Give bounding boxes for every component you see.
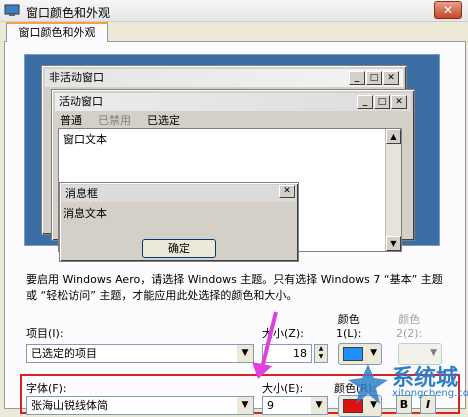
watermark: 系统城 xitongcheng.com bbox=[344, 360, 468, 409]
display-icon bbox=[4, 4, 20, 16]
close-icon: ✕ bbox=[383, 71, 399, 85]
chevron-down-icon: ▼ bbox=[311, 397, 327, 414]
message-box-preview[interactable]: 消息框 ✕ 消息文本 确定 bbox=[59, 182, 299, 262]
site-logo-icon bbox=[348, 364, 388, 404]
font-label: 字体(F): bbox=[26, 382, 67, 395]
tab-window-color[interactable]: 窗口颜色和外观 bbox=[6, 22, 108, 42]
maximize-icon: □ bbox=[374, 95, 390, 109]
aero-info-text: 要启用 Windows Aero，请选择 Windows 主题。只有选择 Win… bbox=[26, 273, 443, 302]
chevron-down-icon: ▼ bbox=[370, 348, 377, 358]
chevron-down-icon: ▼ bbox=[430, 348, 437, 358]
window-title: 窗口颜色和外观 bbox=[26, 6, 111, 20]
spin-arrows-icon[interactable]: ▲ ▼ bbox=[314, 344, 328, 363]
menu-selected[interactable]: 已选定 bbox=[147, 112, 180, 128]
scroll-down-icon[interactable]: ▼ bbox=[386, 236, 401, 251]
watermark-url: xitongcheng.com bbox=[392, 388, 468, 399]
close-button[interactable]: ✕ bbox=[434, 1, 462, 19]
pointer-arrow-icon bbox=[252, 311, 278, 379]
inactive-window-title: 非活动窗口 _ □ ✕ bbox=[45, 69, 403, 87]
color1-label: 颜色 1(L): bbox=[336, 313, 362, 340]
item-select[interactable]: 已选定的项目 ▼ bbox=[26, 344, 254, 363]
color1-swatch bbox=[343, 347, 363, 361]
font-select-value: 张海山锐线体简 bbox=[31, 399, 108, 412]
maximize-icon: □ bbox=[366, 71, 382, 85]
font-size-select[interactable]: 9 ▼ bbox=[262, 396, 328, 415]
window-text: 窗口文本 bbox=[63, 133, 107, 146]
minimize-icon: _ bbox=[349, 71, 365, 85]
message-box-title: 消息框 bbox=[62, 185, 296, 202]
chevron-down-icon: ▼ bbox=[237, 397, 253, 414]
minimize-icon: _ bbox=[357, 95, 373, 109]
close-icon: ✕ bbox=[391, 95, 407, 109]
menu-normal[interactable]: 普通 bbox=[60, 112, 82, 128]
scrollbar[interactable]: ▲ ▼ bbox=[385, 129, 401, 251]
close-icon: ✕ bbox=[279, 185, 295, 198]
color2-label: 颜色 2(2): bbox=[396, 313, 423, 340]
active-window-title: 活动窗口 _ □ ✕ bbox=[55, 93, 411, 111]
ok-button[interactable]: 确定 bbox=[142, 239, 216, 258]
font-size-value: 9 bbox=[267, 399, 274, 412]
title-bar: 窗口颜色和外观 ✕ bbox=[0, 0, 468, 22]
scroll-up-icon[interactable]: ▲ bbox=[386, 129, 401, 144]
item-label: 项目(I): bbox=[26, 327, 64, 340]
preview-menu: 普通 已禁用 已选定 bbox=[60, 112, 180, 128]
font-size-label: 大小(E): bbox=[262, 382, 304, 395]
menu-disabled[interactable]: 已禁用 bbox=[98, 112, 131, 128]
font-select[interactable]: 张海山锐线体简 ▼ bbox=[26, 396, 254, 415]
item-select-value: 已选定的项目 bbox=[31, 347, 97, 360]
message-text: 消息文本 bbox=[63, 207, 107, 220]
